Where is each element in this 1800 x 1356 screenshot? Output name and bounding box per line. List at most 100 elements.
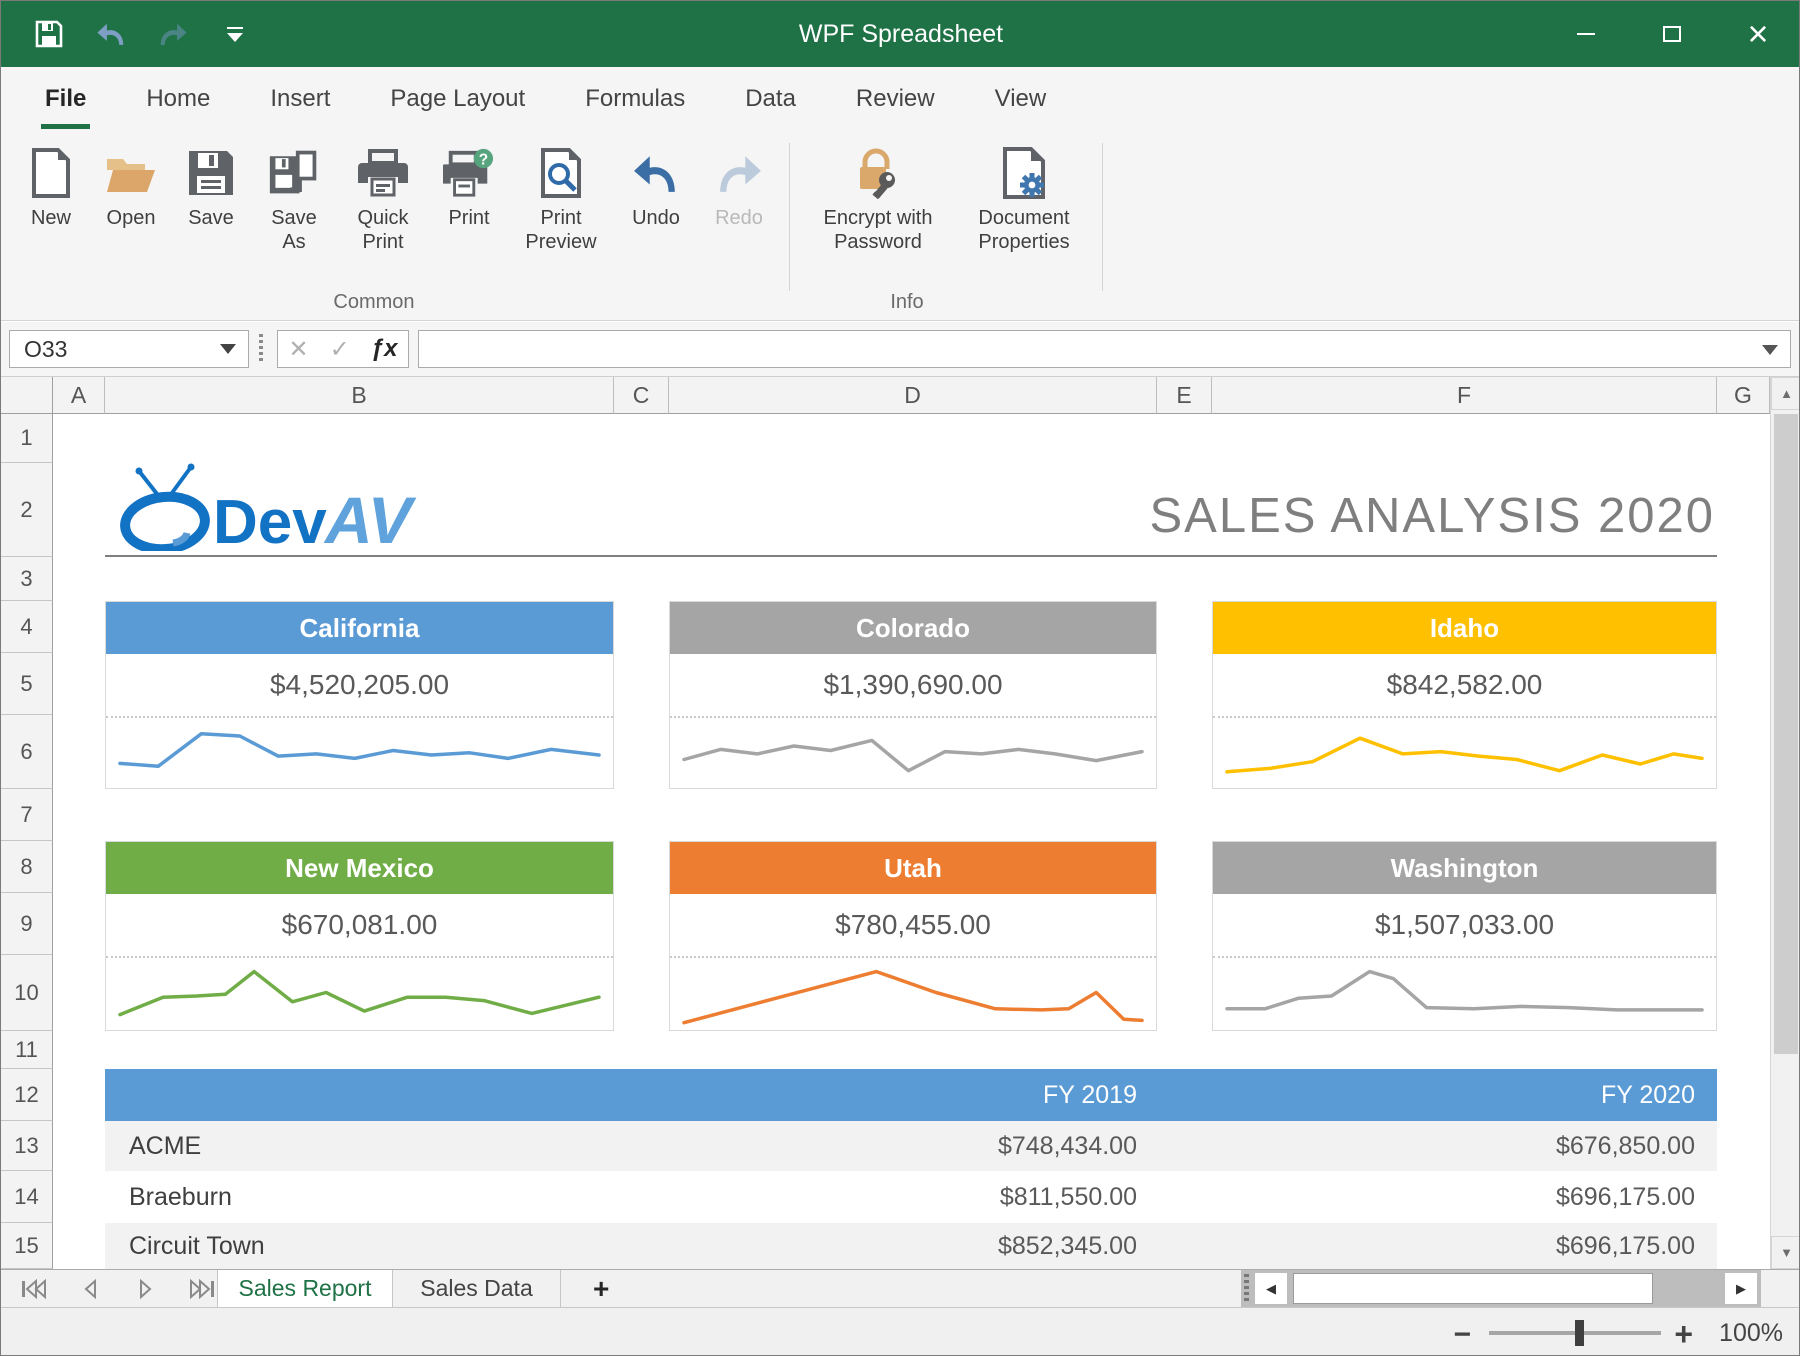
scroll-left-button[interactable]: ◀ <box>1255 1273 1287 1304</box>
zoom-level[interactable]: 100% <box>1719 1319 1783 1348</box>
row-header-8[interactable]: 8 <box>1 841 53 893</box>
table-row[interactable]: ACME $748,434.00 $676,850.00 <box>105 1121 1717 1171</box>
new-button[interactable]: New <box>11 141 91 237</box>
redo-button[interactable]: Redo <box>699 141 779 237</box>
table-row[interactable]: Circuit Town $852,345.00 $696,175.00 <box>105 1223 1717 1269</box>
print-preview-button[interactable]: Print Preview <box>509 141 613 260</box>
scroll-right-button[interactable]: ▶ <box>1725 1273 1757 1304</box>
undo-button[interactable]: Undo <box>613 141 699 237</box>
new-document-icon <box>25 147 77 199</box>
tab-home[interactable]: Home <box>116 67 240 131</box>
card-colorado[interactable]: Colorado $1,390,690.00 <box>669 601 1157 789</box>
maximize-button[interactable] <box>1629 1 1715 67</box>
lock-key-icon <box>852 147 904 199</box>
tab-data[interactable]: Data <box>715 67 826 131</box>
row-header-1[interactable]: 1 <box>1 414 53 463</box>
last-sheet-button[interactable] <box>185 1274 219 1304</box>
name-box-dropdown-icon[interactable] <box>220 344 236 354</box>
ribbon-group-info: Info <box>747 291 1067 314</box>
tab-splitter-grip[interactable] <box>1244 1274 1249 1303</box>
card-california[interactable]: California $4,520,205.00 <box>105 601 614 789</box>
tab-formulas[interactable]: Formulas <box>555 67 715 131</box>
sheet-tab-sales-data[interactable]: Sales Data <box>393 1270 561 1307</box>
scroll-down-button[interactable]: ▼ <box>1771 1236 1800 1269</box>
sheet-tab-sales-report[interactable]: Sales Report <box>217 1270 393 1307</box>
scroll-up-button[interactable]: ▲ <box>1771 377 1800 410</box>
row-header-2[interactable]: 2 <box>1 463 53 557</box>
row-header-14[interactable]: 14 <box>1 1171 53 1223</box>
row-header-9[interactable]: 9 <box>1 893 53 955</box>
column-header-D[interactable]: D <box>669 377 1157 414</box>
next-sheet-button[interactable] <box>129 1274 163 1304</box>
select-all-corner[interactable] <box>1 377 53 414</box>
tab-view[interactable]: View <box>965 67 1077 131</box>
quick-print-button[interactable]: Quick Print <box>337 141 429 260</box>
column-header-A[interactable]: A <box>53 377 105 414</box>
column-header-C[interactable]: C <box>614 377 669 414</box>
row-header-12[interactable]: 12 <box>1 1069 53 1121</box>
row-header-15[interactable]: 15 <box>1 1223 53 1269</box>
row-header-6[interactable]: 6 <box>1 715 53 789</box>
column-header-B[interactable]: B <box>105 377 614 414</box>
row-header-3[interactable]: 3 <box>1 557 53 601</box>
card-new-mexico[interactable]: New Mexico $670,081.00 <box>105 841 614 1031</box>
previous-sheet-icon <box>82 1279 98 1299</box>
document-properties-button[interactable]: Document Properties <box>956 141 1092 260</box>
company-name: ACME <box>129 1121 201 1171</box>
card-washington[interactable]: Washington $1,507,033.00 <box>1212 841 1717 1031</box>
zoom-in-button[interactable]: + <box>1674 1316 1693 1353</box>
row-header-5[interactable]: 5 <box>1 653 53 715</box>
horizontal-scrollbar-thumb[interactable] <box>1293 1273 1653 1304</box>
table-header-row[interactable]: FY 2019 FY 2020 <box>105 1069 1717 1121</box>
card-value: $842,582.00 <box>1213 654 1716 716</box>
previous-sheet-button[interactable] <box>73 1274 107 1304</box>
card-header: California <box>106 602 613 654</box>
formula-bar-grip[interactable] <box>259 334 263 364</box>
open-button[interactable]: Open <box>91 141 171 237</box>
card-idaho[interactable]: Idaho $842,582.00 <box>1212 601 1717 789</box>
print-button[interactable]: ? Print <box>429 141 509 237</box>
row-header-13[interactable]: 13 <box>1 1121 53 1171</box>
insert-function-button[interactable]: ƒx <box>371 335 398 363</box>
horizontal-scrollbar[interactable]: ◀ ▶ <box>1241 1270 1761 1307</box>
row-header-7[interactable]: 7 <box>1 789 53 841</box>
minimize-button[interactable] <box>1543 1 1629 67</box>
fy2020-value: $696,175.00 <box>1556 1223 1695 1269</box>
encrypt-with-password-button[interactable]: Encrypt with Password <box>800 141 956 260</box>
tab-page-layout[interactable]: Page Layout <box>360 67 555 131</box>
sparkline <box>1213 956 1716 1030</box>
save-button[interactable]: Save <box>171 141 251 237</box>
report-title: SALES ANALYSIS 2020 <box>1149 488 1715 544</box>
column-header-F[interactable]: F <box>1212 377 1717 414</box>
close-button[interactable]: × <box>1715 1 1800 67</box>
row-header-11[interactable]: 11 <box>1 1031 53 1069</box>
window-title: WPF Spreadsheet <box>1 20 1800 49</box>
maximize-icon <box>1663 26 1681 42</box>
column-header-G[interactable]: G <box>1717 377 1770 414</box>
cell-name-box[interactable]: O33 <box>9 330 249 368</box>
zoom-out-button[interactable]: − <box>1453 1318 1471 1352</box>
row-header-10[interactable]: 10 <box>1 955 53 1031</box>
tab-insert[interactable]: Insert <box>240 67 360 131</box>
sparkline <box>670 956 1156 1030</box>
tab-file[interactable]: File <box>27 67 104 131</box>
save-as-button[interactable]: Save As <box>251 141 337 260</box>
first-sheet-button[interactable] <box>17 1274 51 1304</box>
expand-formula-bar-icon[interactable] <box>1762 345 1778 355</box>
formula-input[interactable] <box>418 330 1791 368</box>
row-header-4[interactable]: 4 <box>1 601 53 653</box>
column-header-E[interactable]: E <box>1157 377 1212 414</box>
tab-review[interactable]: Review <box>826 67 965 131</box>
fy2019-value: $748,434.00 <box>998 1121 1137 1171</box>
next-sheet-icon <box>138 1279 154 1299</box>
table-row[interactable]: Braeburn $811,550.00 $696,175.00 <box>105 1171 1717 1223</box>
add-sheet-button[interactable]: + <box>593 1270 609 1307</box>
ribbon: New Open Save Save As <box>1 131 1800 321</box>
vertical-scrollbar-thumb[interactable] <box>1774 414 1798 1054</box>
cancel-entry-button[interactable]: ✕ <box>289 335 309 364</box>
confirm-entry-button[interactable]: ✓ <box>330 335 350 364</box>
card-utah[interactable]: Utah $780,455.00 <box>669 841 1157 1031</box>
vertical-scrollbar[interactable]: ▲ ▼ <box>1770 377 1800 1269</box>
zoom-slider-thumb[interactable] <box>1575 1320 1584 1346</box>
zoom-slider[interactable] <box>1489 1331 1661 1335</box>
